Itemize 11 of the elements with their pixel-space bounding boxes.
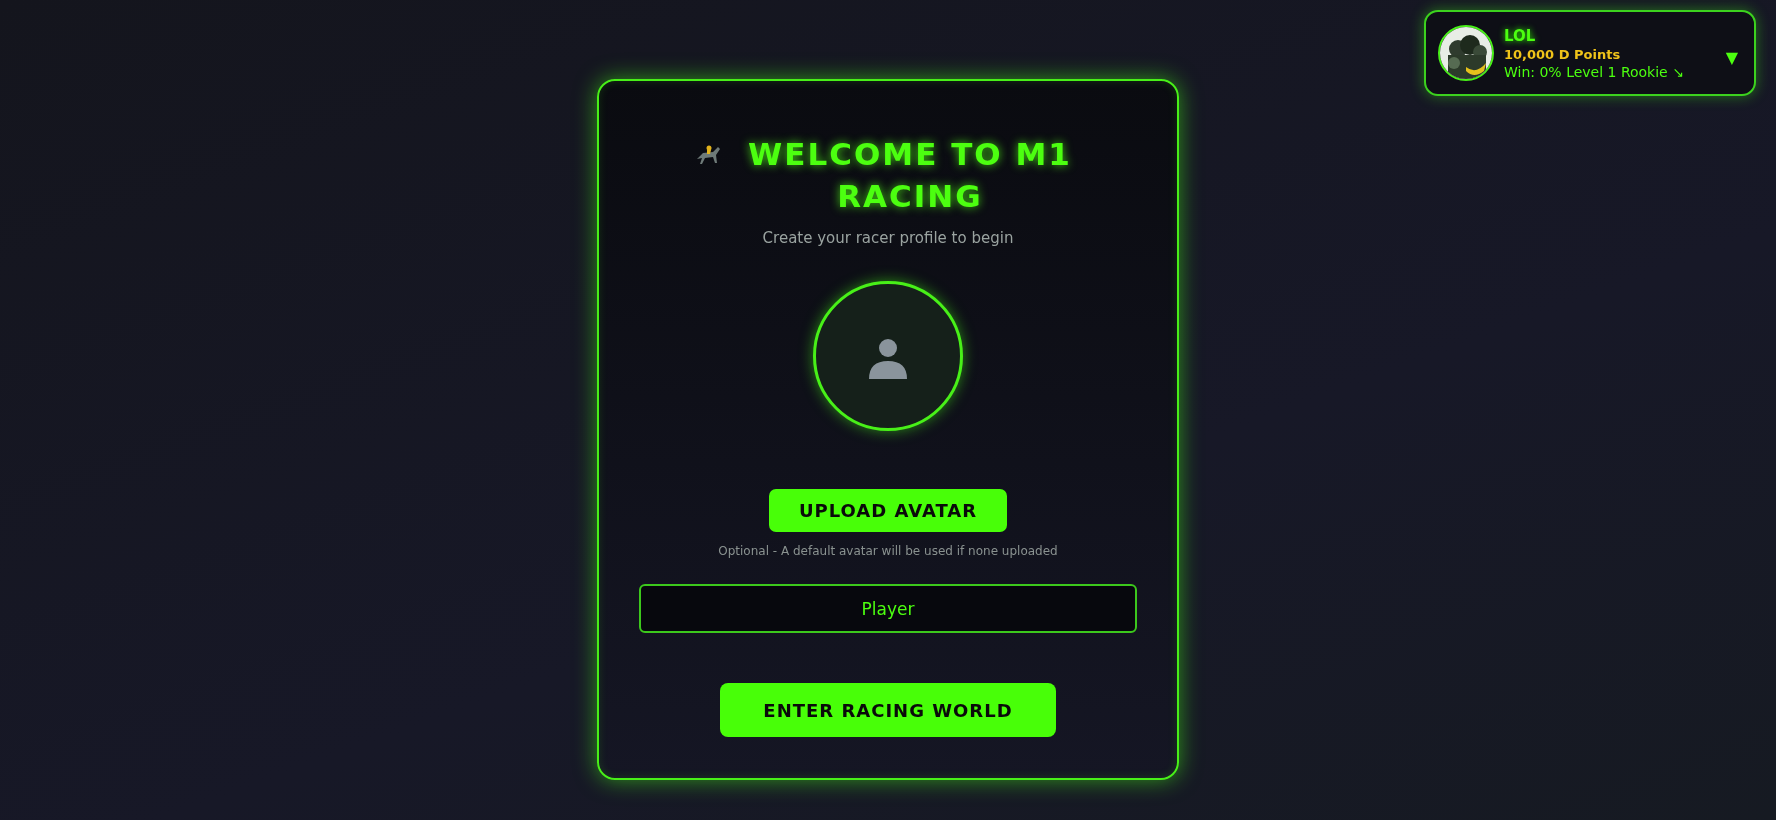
- subtitle-text: Create your racer profile to begin: [762, 229, 1014, 247]
- profile-card[interactable]: LOL 10,000 D Points Win: 0% Level 1 Rookie ↘ ▼: [1424, 10, 1756, 96]
- username: LOL: [1504, 26, 1537, 45]
- name-input-field[interactable]: Player: [639, 584, 1137, 633]
- welcome-title: WELCOME TO M1 RACING: [747, 135, 1073, 216]
- enter-button[interactable]: ENTER RACING WORLD: [720, 683, 1056, 737]
- dropdown-toggle[interactable]: ▼: [1725, 47, 1738, 67]
- points-text: 10,000 D Points: [1504, 46, 1622, 62]
- stats-text: Win: 0% Level 1 Rookie ↘: [1504, 63, 1685, 80]
- upload-avatar-button[interactable]: UPLOAD AVATAR: [769, 489, 1007, 532]
- upload-hint-text: Optional - A default avatar will be used if none uploaded: [718, 544, 1058, 558]
